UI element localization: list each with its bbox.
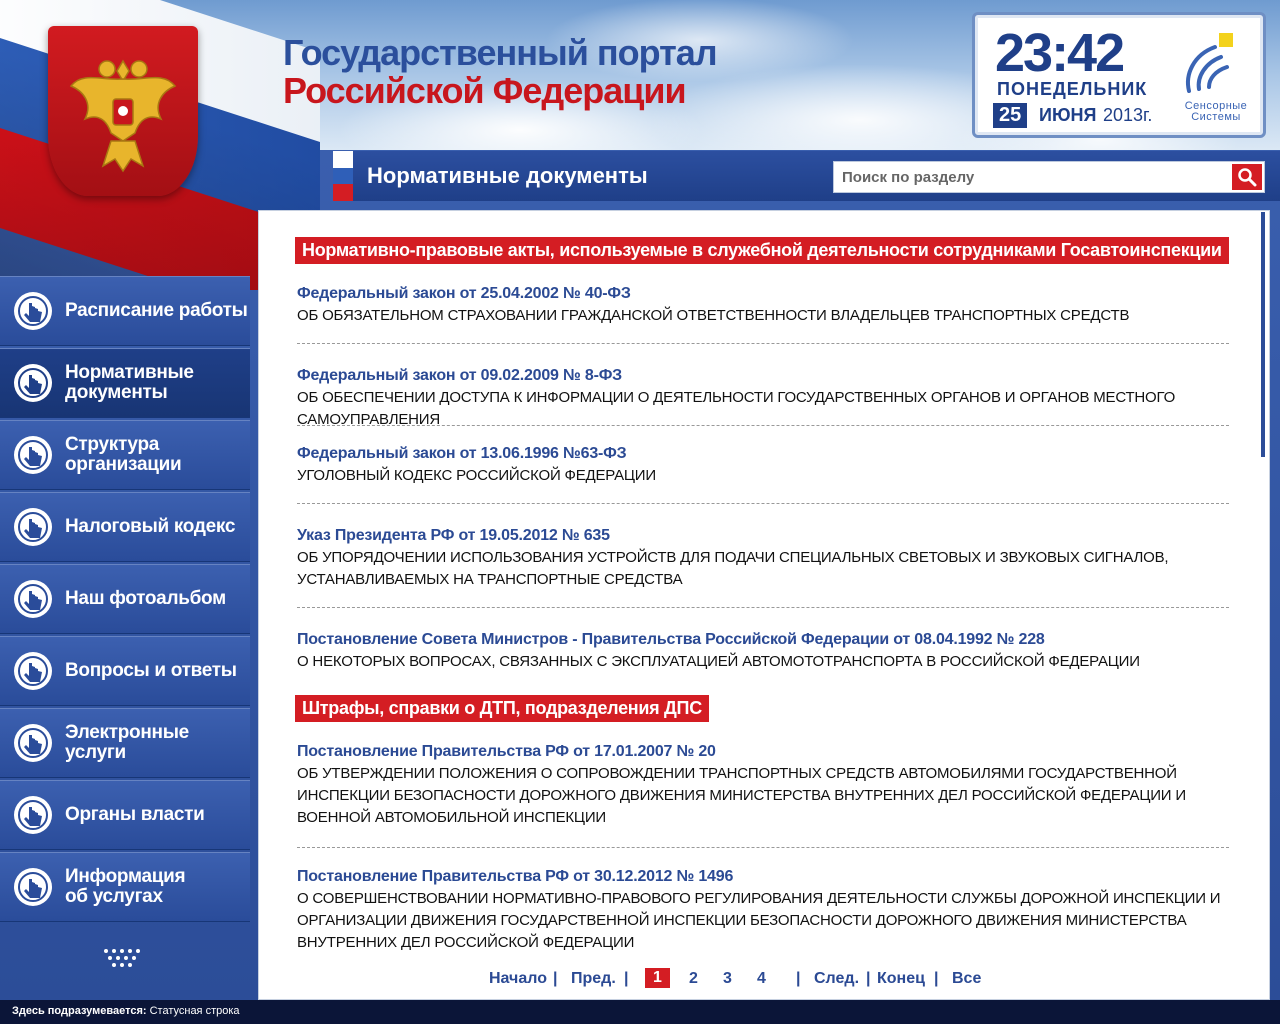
sidebar-item-label: Информация об услугах [65,866,186,907]
clock-widget: 23:42 ПОНЕДЕЛЬНИК 25 ИЮНЯ 2013г. Сенсорн… [972,12,1266,138]
pager-page-current[interactable]: 1 [645,968,670,988]
portal-title-line2: Российской Федерации [283,70,687,111]
document-item[interactable]: Федеральный закон от 09.02.2009 № 8-ФЗ О… [297,365,1237,431]
document-description: ОБ УПОРЯДОЧЕНИИ ИСПОЛЬЗОВАНИЯ УСТРОЙСТВ … [297,549,1169,588]
divider [297,847,1229,848]
document-title[interactable]: Постановление Совета Министров - Правите… [297,629,1237,651]
sidebar-item-label: Электронные услуги [65,722,189,763]
pager-page[interactable]: 2 [689,970,698,988]
portal-title-line1: Государственный портал [283,32,718,73]
sensor-systems-logo-icon [1186,33,1233,93]
sidebar-item-e-services[interactable]: Электронные услуги [0,708,250,778]
document-item[interactable]: Указ Президента РФ от 19.05.2012 № 635 О… [297,525,1237,591]
sidebar-item-label: Нормативные документы [65,362,194,403]
document-title[interactable]: Постановление Правительства РФ от 30.12.… [297,866,1237,888]
pager-separator: | [796,970,801,987]
document-description: УГОЛОВНЫЙ КОДЕКС РОССИЙСКОЙ ФЕДЕРАЦИИ [297,467,656,484]
sidebar-item-label: Структура организации [65,434,182,475]
portal-title: Государственный портал Российской Федера… [283,32,718,111]
sidebar-item-faq[interactable]: Вопросы и ответы [0,636,250,706]
divider [297,607,1229,608]
sidebar-item-structure[interactable]: Структура организации [0,420,250,490]
touch-hand-icon [14,796,52,834]
document-item[interactable]: Постановление Правительства РФ от 30.12.… [297,866,1237,954]
section-title: Нормативные документы [367,163,648,188]
document-description: О НЕКОТОРЫХ ВОПРОСАХ, СВЯЗАННЫХ С ЭКСПЛУ… [297,653,1140,670]
clock-month: ИЮНЯ [1039,105,1097,125]
divider [297,425,1229,426]
sidebar-item-label: Налоговый кодекс [65,516,236,537]
touch-hand-icon [14,292,52,330]
sidebar-item-photo-album[interactable]: Наш фотоальбом [0,564,250,634]
search-box [833,161,1265,193]
pager-page[interactable]: 4 [757,970,766,988]
sidebar-item-label: Наш фотоальбом [65,588,226,609]
clock-weekday: ПОНЕДЕЛЬНИК [997,79,1148,99]
document-item[interactable]: Федеральный закон от 13.06.1996 №63-ФЗ У… [297,443,1237,487]
document-item[interactable]: Федеральный закон от 25.04.2002 № 40-ФЗ … [297,283,1237,327]
document-item[interactable]: Постановление Совета Министров - Правите… [297,629,1237,673]
pager-prev[interactable]: Пред. [571,970,616,988]
document-item[interactable]: Постановление Правительства РФ от 17.01.… [297,741,1237,829]
sensor-systems-logo: Сенсорные Системы [1175,29,1257,129]
pager-separator: | [553,970,558,987]
sidebar-item-normative-docs[interactable]: Нормативные документы [0,348,250,418]
category-heading: Нормативно-правовые акты, используемые в… [295,237,1229,264]
pager-separator: | [866,970,871,987]
clock-time: 23:42 [995,23,1125,83]
sidebar-nav: Расписание работы Нормативные документы … [0,276,250,1000]
pager-all[interactable]: Все [952,970,981,988]
sidebar-item-tax-code[interactable]: Налоговый кодекс [0,492,250,562]
sidebar-item-label: Вопросы и ответы [65,660,237,681]
divider [297,343,1229,344]
pager-last[interactable]: Конец [877,970,925,988]
touch-hand-icon [14,436,52,474]
touch-hand-icon [14,652,52,690]
status-label: Здесь подразумевается: [12,1005,147,1017]
sidebar-item-schedule[interactable]: Расписание работы [0,276,250,346]
document-description: ОБ УТВЕРЖДЕНИИ ПОЛОЖЕНИЯ О СОПРОВОЖДЕНИИ… [297,765,1186,826]
document-title[interactable]: Федеральный закон от 13.06.1996 №63-ФЗ [297,443,1237,465]
divider [297,503,1229,504]
clock-year: 2013г. [1103,105,1153,125]
scrollbar[interactable] [1261,212,1265,457]
touch-hand-icon [14,508,52,546]
touch-hand-icon [14,364,52,402]
sidebar-item-authorities[interactable]: Органы власти [0,780,250,850]
status-text: Статусная строка [149,1005,240,1017]
coat-of-arms-icon [48,26,198,196]
sidebar-item-services-info[interactable]: Информация об услугах [0,852,250,922]
pager-first[interactable]: Начало [489,970,547,988]
touch-hand-icon [14,868,52,906]
pager-next[interactable]: След. [814,970,859,988]
document-description: ОБ ОБЯЗАТЕЛЬНОМ СТРАХОВАНИИ ГРАЖДАНСКОЙ … [297,307,1130,324]
search-button[interactable] [1232,164,1262,190]
document-title[interactable]: Постановление Правительства РФ от 17.01.… [297,741,1237,763]
mini-flag-icon [333,151,353,201]
brand-line2: Системы [1191,111,1241,123]
search-input[interactable] [834,162,1230,192]
sidebar-item-label: Органы власти [65,804,205,825]
pager-separator: | [934,970,939,987]
document-title[interactable]: Федеральный закон от 09.02.2009 № 8-ФЗ [297,365,1237,387]
category-heading: Штрафы, справки о ДТП, подразделения ДПС [295,695,709,722]
content-panel: Нормативно-правовые акты, используемые в… [258,210,1270,1000]
pagination: Начало | Пред. | 1 2 3 4 | След. | Конец… [259,967,1269,993]
search-icon [1238,168,1257,187]
touch-hand-icon [14,724,52,762]
document-title[interactable]: Федеральный закон от 25.04.2002 № 40-ФЗ [297,283,1237,305]
more-dots-icon[interactable] [102,948,142,970]
document-title[interactable]: Указ Президента РФ от 19.05.2012 № 635 [297,525,1237,547]
touch-hand-icon [14,580,52,618]
clock-day: 25 [993,103,1028,128]
section-bar: Нормативные документы [333,151,1280,201]
status-bar: Здесь подразумевается: Статусная строка [0,1000,1280,1024]
pager-page[interactable]: 3 [723,970,732,988]
document-description: О СОВЕРШЕНСТВОВАНИИ НОРМАТИВНО-ПРАВОВОГО… [297,890,1221,951]
sidebar-item-label: Расписание работы [65,300,248,321]
pager-separator: | [624,970,629,987]
